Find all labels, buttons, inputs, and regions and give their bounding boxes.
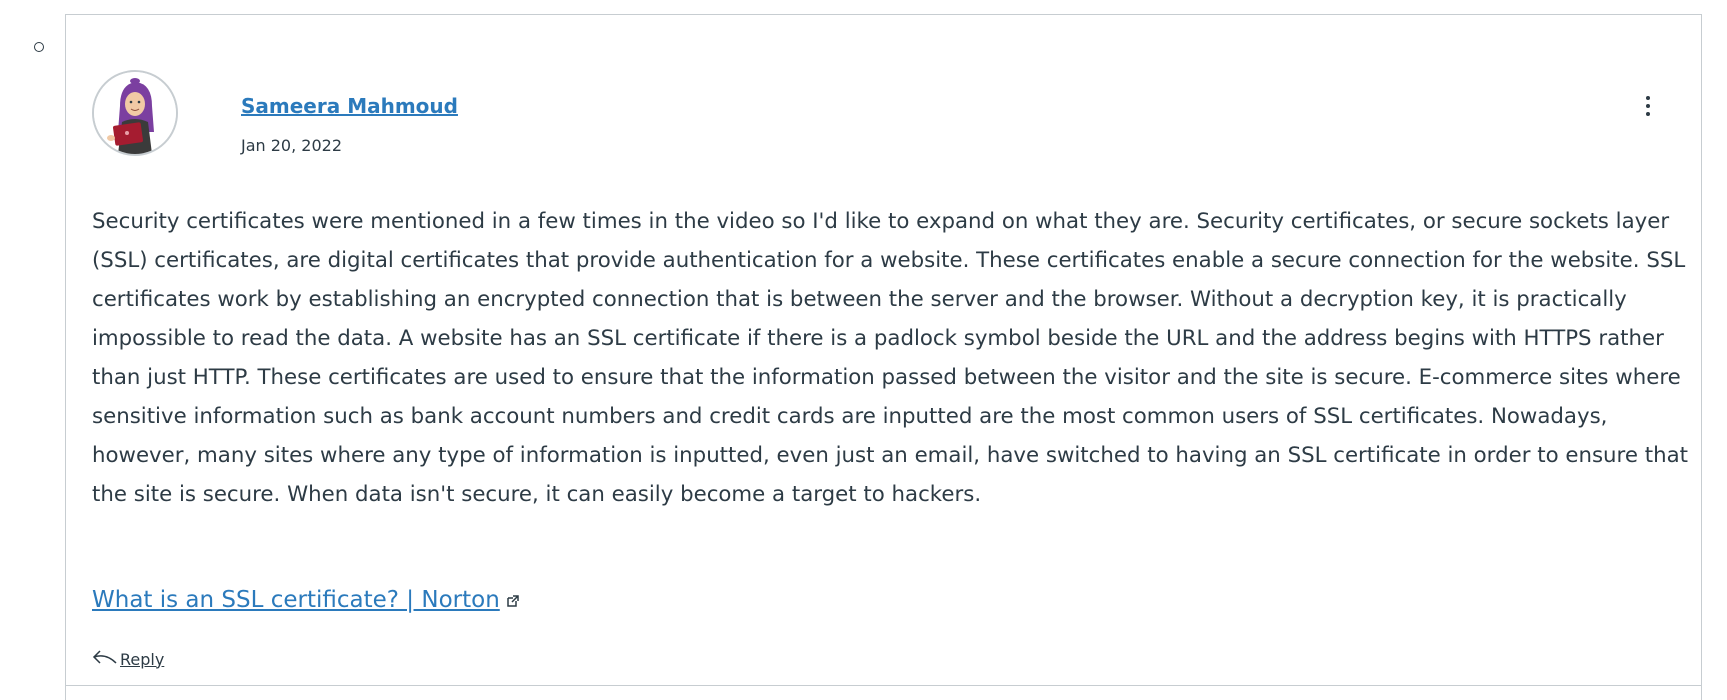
more-options-icon[interactable] bbox=[1641, 93, 1655, 127]
discussion-page: Sameera Mahmoud Jan 20, 2022 Security ce… bbox=[0, 0, 1727, 700]
kebab-dot bbox=[1646, 104, 1650, 108]
external-link-icon[interactable] bbox=[506, 588, 520, 614]
reply-button[interactable]: Reply bbox=[92, 647, 164, 671]
kebab-dot bbox=[1646, 112, 1650, 116]
reply-label: Reply bbox=[120, 649, 165, 669]
post-message: Security certificates were mentioned in … bbox=[92, 209, 1688, 507]
entry-divider bbox=[65, 685, 1702, 686]
reply-arrow-icon bbox=[92, 647, 118, 671]
list-bullet-icon bbox=[34, 42, 44, 52]
reference-link-row: What is an SSL certificate? | Norton bbox=[92, 587, 520, 614]
post-date: Jan 20, 2022 bbox=[241, 136, 342, 155]
avatar-illustration bbox=[94, 72, 176, 154]
avatar[interactable] bbox=[92, 70, 178, 156]
discussion-entry: Sameera Mahmoud Jan 20, 2022 Security ce… bbox=[65, 14, 1702, 700]
reference-link[interactable]: What is an SSL certificate? | Norton bbox=[92, 587, 500, 613]
author-name-link[interactable]: Sameera Mahmoud bbox=[241, 94, 458, 118]
kebab-dot bbox=[1646, 96, 1650, 100]
